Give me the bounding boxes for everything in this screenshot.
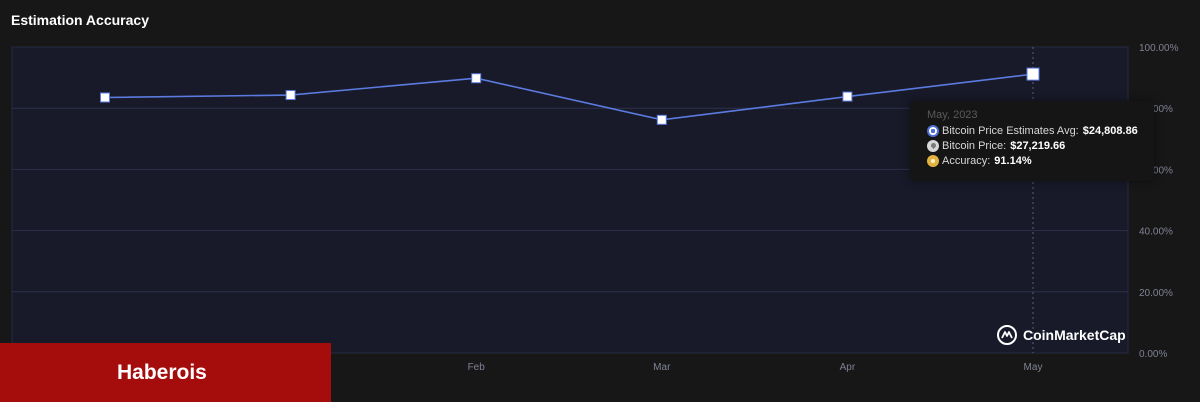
chart-tooltip: May, 2023 Bitcoin Price Estimates Avg: $… [910, 101, 1154, 181]
tooltip-label: Bitcoin Price: [942, 139, 1007, 152]
tooltip-row-estimate: Bitcoin Price Estimates Avg: $24,808.86 [927, 123, 1154, 138]
estimate-icon [927, 124, 939, 137]
source-banner: Haberois [0, 343, 331, 402]
coinmarketcap-logo-icon [997, 325, 1017, 345]
y-axis-tick-labels: 100.00%80.00%60.00%40.00%20.00%0.00% [1139, 43, 1179, 360]
tooltip-row-price: Bitcoin Price: $27,219.66 [927, 138, 1154, 153]
coinmarketcap-watermark: CoinMarketCap [996, 324, 1126, 346]
data-point[interactable] [656, 114, 667, 125]
data-point[interactable] [1026, 67, 1040, 81]
x-tick-label: May [1024, 362, 1043, 373]
tooltip-date: May, 2023 [927, 109, 978, 121]
watermark-text: CoinMarketCap [1023, 327, 1126, 343]
banner-text: Haberois [117, 360, 207, 384]
data-point[interactable] [842, 91, 853, 102]
tooltip-row-accuracy: Accuracy: 91.14% [927, 153, 1154, 168]
y-tick-label: 20.00% [1139, 288, 1173, 299]
tooltip-value: 91.14% [994, 154, 1032, 167]
tooltip-label: Bitcoin Price Estimates Avg: [942, 124, 1079, 137]
tooltip-value: $27,219.66 [1010, 139, 1066, 152]
tooltip-label: Accuracy: [942, 154, 991, 167]
tooltip-value: $24,808.86 [1082, 124, 1138, 137]
x-tick-label: Apr [840, 362, 856, 373]
y-tick-label: 100.00% [1139, 43, 1179, 54]
x-tick-label: Feb [468, 362, 486, 373]
plot-area [11, 46, 1129, 354]
data-point[interactable] [285, 90, 296, 101]
y-tick-label: 0.00% [1139, 349, 1167, 360]
x-tick-label: Mar [653, 362, 671, 373]
data-point[interactable] [471, 73, 482, 84]
price-icon [927, 139, 939, 152]
data-point[interactable] [100, 92, 110, 103]
y-tick-label: 40.00% [1139, 227, 1173, 238]
accuracy-icon [927, 154, 939, 167]
